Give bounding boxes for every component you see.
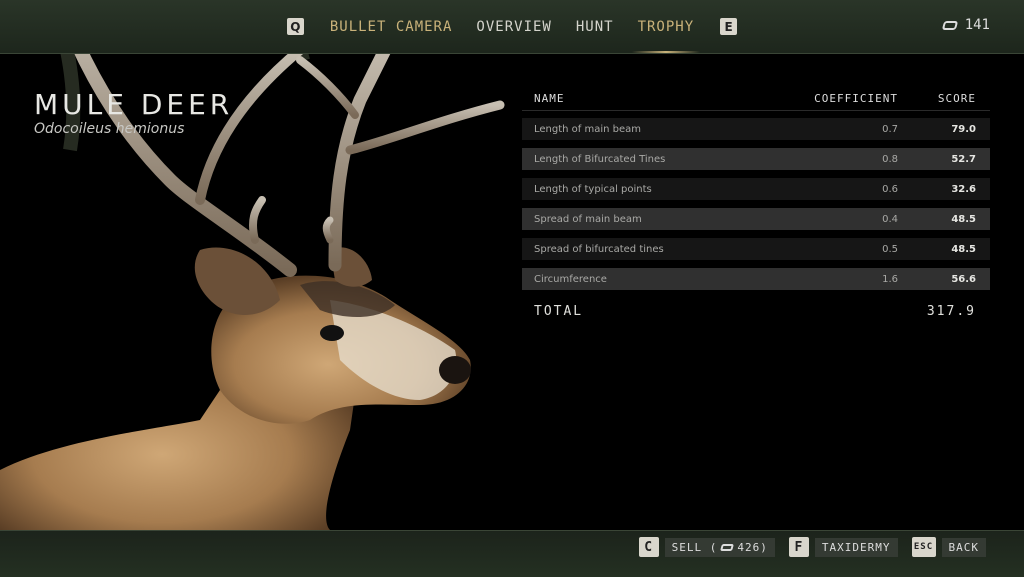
row-coefficient: 1.6 [882, 273, 898, 285]
row-score: 79.0 [951, 123, 976, 135]
currency-amount: 141 [964, 17, 990, 33]
row-name: Length of Bifurcated Tines [534, 153, 666, 165]
tab-bar: Q BULLET CAMERA OVERVIEW HUNT TROPHY E [0, 0, 1024, 53]
table-row: Spread of bifurcated tines 0.5 48.5 [522, 238, 990, 260]
sell-label: SELL ( [671, 540, 718, 554]
back-button[interactable]: ESC BACK [911, 537, 986, 557]
row-score: 48.5 [951, 243, 976, 255]
row-score: 56.6 [951, 273, 976, 285]
header-coefficient: COEFFICIENT [814, 91, 898, 105]
row-name: Length of main beam [534, 123, 642, 135]
table-row: Length of typical points 0.6 32.6 [522, 178, 990, 200]
action-buttons: C SELL ( 426) F TAXIDERMY ESC BACK [638, 537, 986, 557]
currency-display: 141 [941, 17, 990, 33]
row-name: Spread of bifurcated tines [534, 243, 664, 255]
total-value: 317.9 [926, 303, 976, 319]
table-row: Length of main beam 0.7 79.0 [522, 118, 990, 140]
row-coefficient: 0.5 [882, 243, 898, 255]
tab-overview[interactable]: OVERVIEW [464, 0, 563, 53]
row-coefficient: 0.7 [882, 123, 898, 135]
money-icon [720, 543, 735, 551]
table-row: Length of Bifurcated Tines 0.8 52.7 [522, 148, 990, 170]
tab-hunt[interactable]: HUNT [564, 0, 626, 53]
row-score: 32.6 [951, 183, 976, 195]
table-row: Spread of main beam 0.4 48.5 [522, 208, 990, 230]
taxidermy-button[interactable]: F TAXIDERMY [788, 537, 898, 557]
animal-title-block: MULE DEER Odocoileus hemionus [34, 88, 233, 137]
sell-key: C [638, 537, 659, 557]
tab-trophy[interactable]: TROPHY [626, 0, 707, 53]
taxidermy-key: F [788, 537, 809, 557]
back-key: ESC [911, 537, 936, 557]
sell-amount: 426) [737, 540, 768, 554]
row-coefficient: 0.4 [882, 213, 898, 225]
prev-tab-key[interactable]: Q [286, 18, 304, 35]
table-header: NAME COEFFICIENT SCORE [522, 88, 990, 111]
header-score: SCORE [937, 91, 976, 105]
total-label: TOTAL [534, 303, 584, 319]
animal-name: MULE DEER [34, 88, 234, 121]
row-coefficient: 0.8 [882, 153, 898, 165]
row-name: Spread of main beam [534, 213, 642, 225]
next-tab-key[interactable]: E [720, 18, 738, 35]
animal-latin-name: Odocoileus hemionus [34, 121, 185, 137]
total-row: TOTAL 317.9 [522, 298, 990, 324]
row-score: 48.5 [951, 213, 976, 225]
row-coefficient: 0.6 [882, 183, 898, 195]
row-name: Length of typical points [534, 183, 652, 195]
back-label: BACK [941, 537, 986, 557]
mule-deer-image [0, 0, 505, 530]
row-score: 52.7 [951, 153, 976, 165]
header-name: NAME [534, 91, 565, 105]
taxidermy-label: TAXIDERMY [814, 537, 898, 557]
table-row: Circumference 1.6 56.6 [522, 268, 990, 290]
tab-bullet-camera[interactable]: BULLET CAMERA [318, 0, 465, 53]
money-icon [941, 20, 958, 30]
row-name: Circumference [534, 273, 607, 285]
sell-button[interactable]: C SELL ( 426) [638, 537, 775, 557]
trophy-score-table: NAME COEFFICIENT SCORE Length of main be… [522, 88, 990, 324]
